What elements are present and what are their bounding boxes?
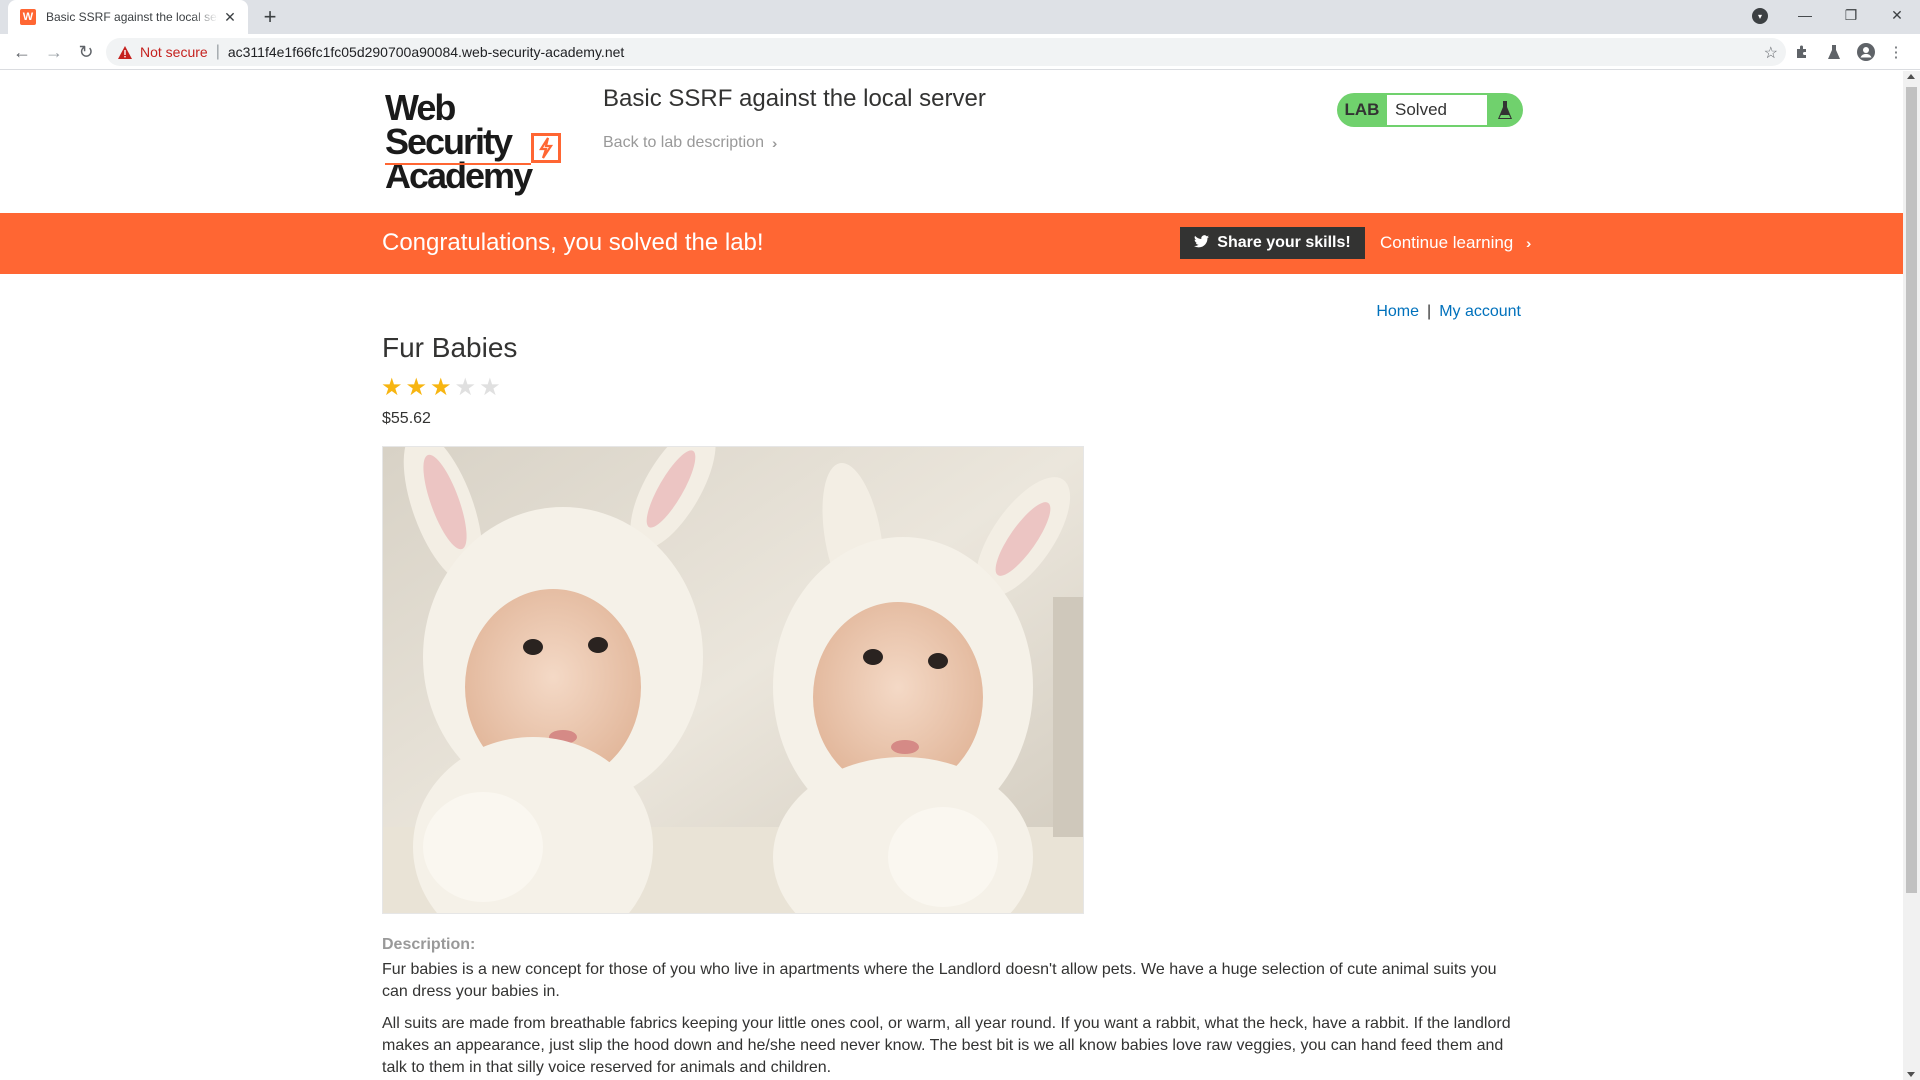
continue-learning-label: Continue learning bbox=[1380, 233, 1514, 252]
back-arrow-icon[interactable]: ← bbox=[10, 40, 34, 64]
home-link[interactable]: Home bbox=[1376, 303, 1419, 320]
browser-toolbar: ← → ↻ Not secure | ac311f4e1f66fc1fc05d2… bbox=[0, 34, 1920, 70]
description-label: Description: bbox=[382, 936, 476, 953]
nav-separator: | bbox=[1427, 303, 1432, 320]
solved-banner: Congratulations, you solved the lab! Sha… bbox=[0, 213, 1903, 274]
browser-tabstrip: W Basic SSRF against the local serve ✕ +… bbox=[0, 0, 1920, 34]
share-skills-button[interactable]: Share your skills! bbox=[1180, 227, 1365, 259]
star-filled-icon: ★ bbox=[430, 374, 452, 401]
product-title: Fur Babies bbox=[382, 332, 518, 363]
lab-status-text: Solved bbox=[1387, 95, 1487, 125]
tab-close-icon[interactable]: ✕ bbox=[222, 9, 238, 25]
product-price: $55.62 bbox=[382, 410, 431, 427]
browser-tab[interactable]: W Basic SSRF against the local serve ✕ bbox=[8, 0, 248, 34]
omnibox-separator: | bbox=[215, 43, 220, 60]
scrollbar-thumb[interactable] bbox=[1906, 87, 1917, 893]
lab-title: Basic SSRF against the local server bbox=[603, 85, 986, 112]
double-chevron-icon: ›› bbox=[771, 135, 779, 151]
scroll-down-arrow-icon[interactable] bbox=[1907, 1072, 1915, 1077]
logo-underline bbox=[385, 163, 531, 165]
page-viewport: Web Security Academy Basic SSRF against … bbox=[0, 71, 1903, 1080]
star-filled-icon: ★ bbox=[405, 374, 428, 401]
tab-favicon-icon: W bbox=[20, 9, 36, 25]
academy-logo[interactable]: Web Security Academy bbox=[385, 90, 585, 194]
twitter-icon bbox=[1194, 235, 1210, 251]
star-empty-icon: ★ bbox=[454, 374, 477, 401]
page-scrollbar[interactable] bbox=[1903, 71, 1920, 1080]
reload-icon[interactable]: ↻ bbox=[74, 40, 98, 64]
flask-icon bbox=[1487, 101, 1523, 119]
description-paragraph-1: Fur babies is a new concept for those of… bbox=[382, 961, 1497, 1000]
address-bar[interactable]: Not secure | ac311f4e1f66fc1fc05d290700a… bbox=[106, 38, 1786, 66]
browser-menu-icon[interactable]: ⋮ bbox=[1886, 42, 1906, 62]
lab-flask-extension-icon[interactable] bbox=[1824, 42, 1844, 62]
star-empty-icon: ★ bbox=[479, 374, 501, 401]
minimize-icon[interactable]: — bbox=[1782, 0, 1828, 30]
extensions-icon[interactable] bbox=[1792, 42, 1812, 62]
tab-search-icon[interactable]: ▾ bbox=[1752, 8, 1768, 24]
bookmark-star-icon[interactable]: ☆ bbox=[1764, 43, 1778, 63]
profile-avatar-icon[interactable] bbox=[1856, 42, 1876, 62]
product-rating: ★ ★ ★ ★ ★ bbox=[381, 376, 501, 400]
lab-status-widget: LAB Solved bbox=[1337, 93, 1523, 127]
description-paragraph-2: All suits are made from breathable fabri… bbox=[382, 1015, 1511, 1076]
account-nav: Home | My account bbox=[1376, 303, 1521, 321]
back-link-label: Back to lab description bbox=[603, 134, 764, 151]
share-button-label: Share your skills! bbox=[1217, 234, 1351, 251]
double-chevron-icon: ›› bbox=[1526, 235, 1533, 251]
product-image bbox=[382, 446, 1084, 914]
new-tab-icon[interactable]: + bbox=[258, 5, 282, 29]
my-account-link[interactable]: My account bbox=[1439, 303, 1521, 320]
security-status-label[interactable]: Not secure bbox=[140, 44, 208, 60]
url-text[interactable]: ac311f4e1f66fc1fc05d290700a90084.web-sec… bbox=[228, 44, 624, 60]
forward-arrow-icon[interactable]: → bbox=[42, 40, 66, 64]
continue-learning-link[interactable]: Continue learning ›› bbox=[1380, 233, 1533, 253]
close-window-icon[interactable]: ✕ bbox=[1874, 0, 1920, 30]
restore-icon[interactable]: ❐ bbox=[1828, 0, 1874, 30]
tab-title: Basic SSRF against the local serve bbox=[46, 10, 218, 24]
logo-bolt-icon bbox=[531, 133, 561, 163]
warning-icon bbox=[118, 45, 132, 59]
back-to-description-link[interactable]: Back to lab description ›› bbox=[603, 134, 779, 152]
star-filled-icon: ★ bbox=[381, 374, 403, 401]
solved-message: Congratulations, you solved the lab! bbox=[382, 229, 764, 256]
scroll-up-arrow-icon[interactable] bbox=[1907, 74, 1915, 79]
lab-tag: LAB bbox=[1344, 100, 1380, 119]
